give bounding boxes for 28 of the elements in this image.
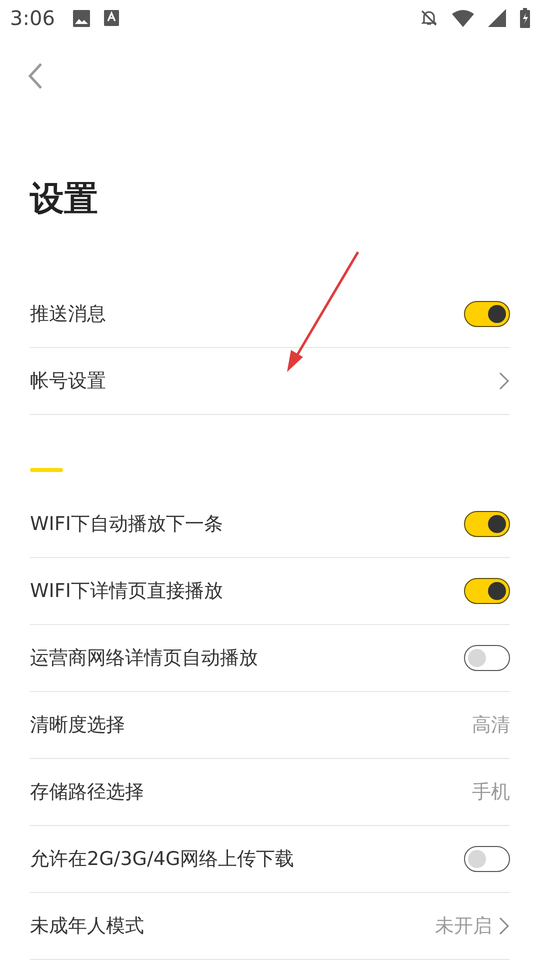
signal-icon	[488, 9, 506, 27]
toggle-switch[interactable]	[464, 301, 510, 327]
setting-label: WIFI下自动播放下一条	[30, 512, 224, 537]
setting-label: 清晰度选择	[30, 713, 126, 738]
setting-label: 推送消息	[30, 302, 107, 327]
keyboard-icon	[104, 10, 119, 26]
setting-label: 未成年人模式	[30, 914, 145, 939]
setting-label: 存储路径选择	[30, 780, 145, 805]
setting-label: 允许在2G/3G/4G网络上传下载	[30, 847, 296, 872]
setting-value: 未开启	[435, 914, 492, 939]
bell-off-icon	[420, 9, 438, 27]
battery-icon	[520, 8, 530, 28]
toggle-switch[interactable]	[464, 511, 510, 537]
setting-value: 手机	[472, 780, 510, 805]
toggle-switch[interactable]	[464, 578, 510, 604]
setting-value: 高清	[472, 713, 510, 738]
toggle-switch[interactable]	[464, 846, 510, 872]
section-marker	[30, 468, 63, 472]
setting-label: WIFI下详情页直接播放	[30, 579, 224, 604]
chevron-icon	[498, 916, 510, 936]
wifi-icon	[452, 10, 474, 26]
setting-label: 帐号设置	[30, 369, 107, 394]
page-title: 设置	[28, 178, 99, 220]
setting-label: 运营商网络详情页自动播放	[30, 646, 259, 671]
status-time: 3:06	[10, 6, 55, 30]
image-icon	[72, 10, 90, 26]
toggle-switch[interactable]	[464, 645, 510, 671]
chevron-icon	[498, 371, 510, 391]
